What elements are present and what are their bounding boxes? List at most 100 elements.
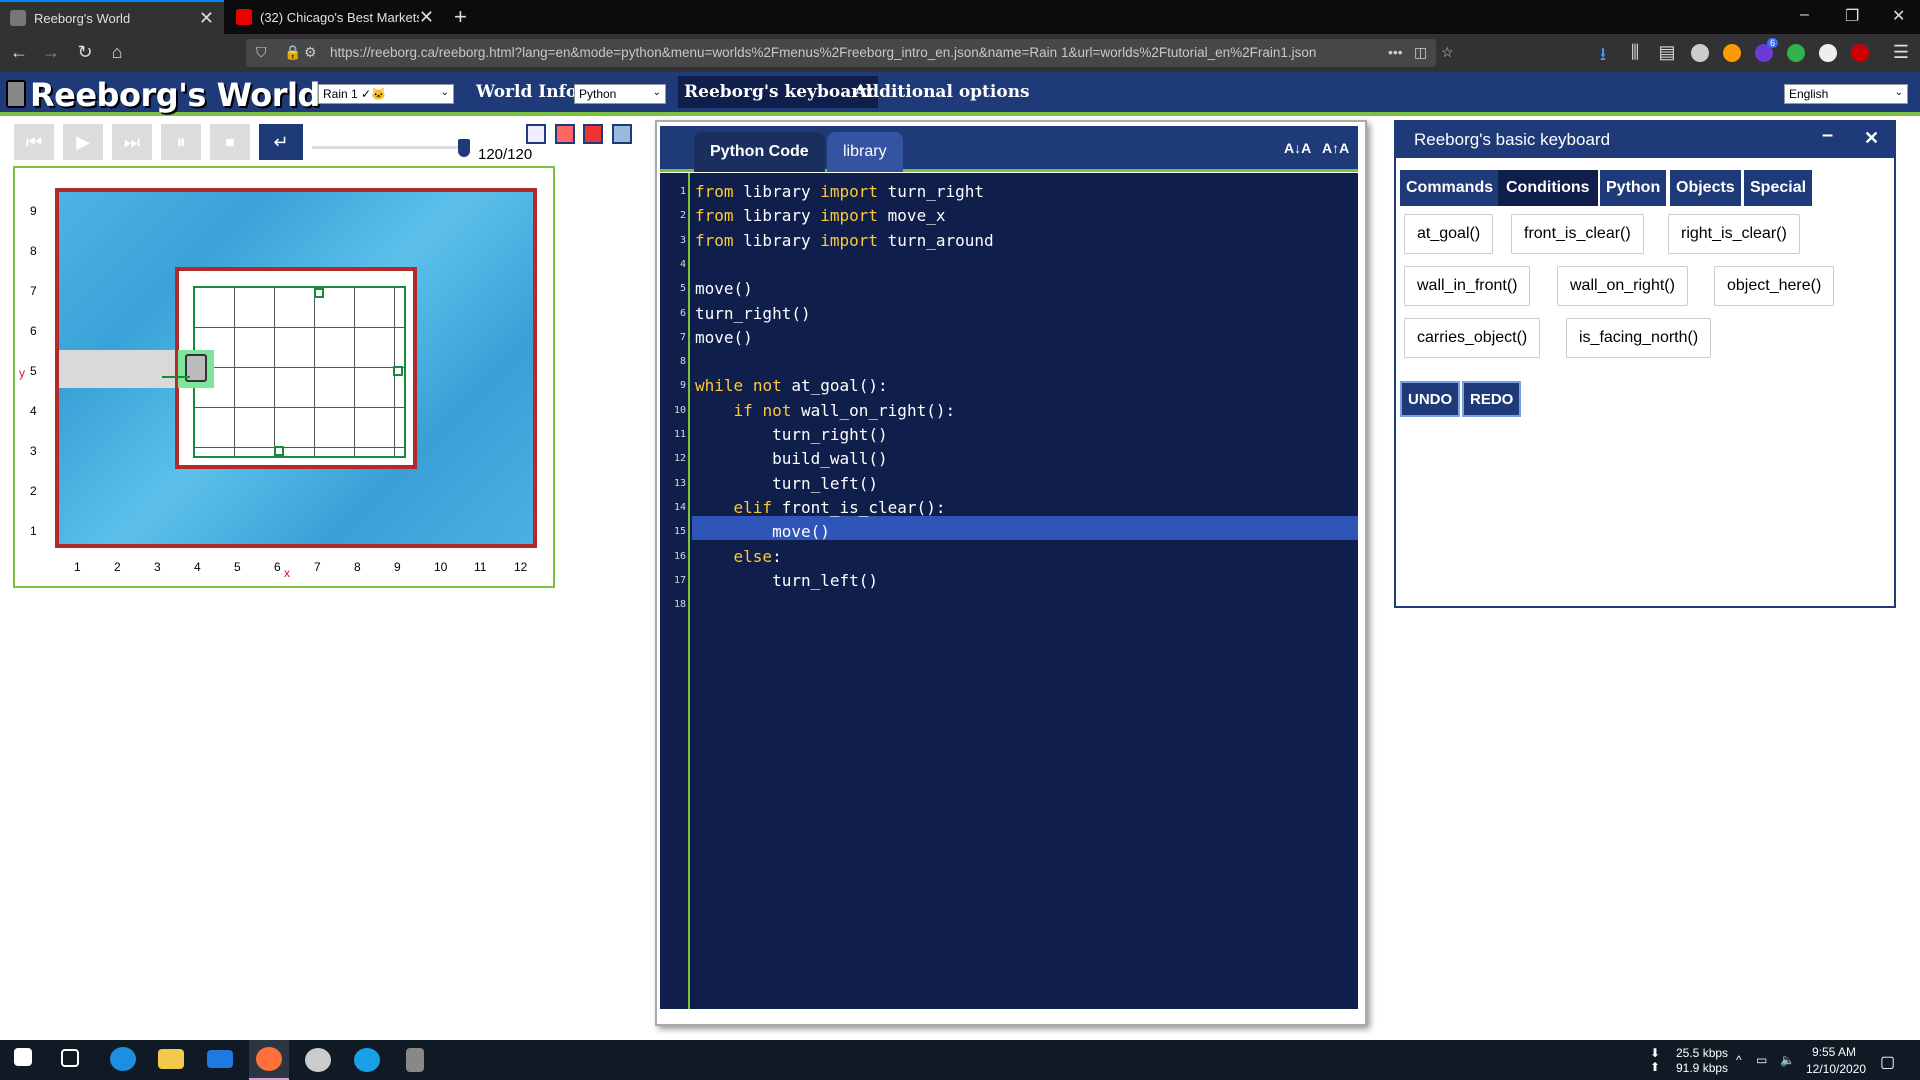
- language-select[interactable]: English ⌄: [1784, 84, 1908, 104]
- url-bar[interactable]: ⛉ 🔒 ⚙ https://reeborg.ca/reeborg.html?la…: [246, 39, 1454, 67]
- code-line[interactable]: turn_right(): [695, 425, 888, 444]
- clock-date[interactable]: 12/10/2020: [1806, 1062, 1866, 1076]
- close-icon[interactable]: ✕: [1864, 128, 1879, 149]
- code-line[interactable]: build_wall(): [695, 449, 888, 468]
- home-icon[interactable]: ⌂: [106, 42, 128, 63]
- increase-font-button[interactable]: A↑A: [1322, 140, 1349, 156]
- more-icon[interactable]: •••: [1388, 44, 1403, 60]
- return-button[interactable]: ↵: [259, 124, 303, 160]
- volume-icon[interactable]: 🔈: [1780, 1053, 1795, 1067]
- step-slider-handle[interactable]: [458, 139, 470, 157]
- account-icon[interactable]: [1691, 44, 1709, 62]
- wall-in-front-button[interactable]: wall_in_front(): [1404, 266, 1531, 306]
- world-select[interactable]: Rain 1 ✓🐱 ⌄: [318, 84, 454, 104]
- code-line[interactable]: turn_left(): [695, 474, 878, 493]
- front-is-clear-button[interactable]: front_is_clear(): [1511, 214, 1644, 254]
- sync-icon[interactable]: [354, 1048, 380, 1072]
- file-explorer-icon[interactable]: [158, 1049, 184, 1069]
- extension-icon[interactable]: [1819, 44, 1837, 62]
- library-icon[interactable]: ⫼: [1624, 42, 1646, 63]
- reload-icon[interactable]: ↻: [74, 42, 96, 63]
- tab-conditions[interactable]: Conditions: [1498, 170, 1598, 206]
- at-goal-button[interactable]: at_goal(): [1404, 214, 1494, 254]
- tab-commands[interactable]: Commands: [1400, 170, 1500, 206]
- shield-icon[interactable]: ⛉: [256, 44, 267, 61]
- right-is-clear-button[interactable]: right_is_clear(): [1668, 214, 1800, 254]
- calculator-icon[interactable]: [406, 1048, 424, 1072]
- lock-icon[interactable]: 🔒: [284, 44, 301, 61]
- code-area[interactable]: [660, 173, 1358, 1009]
- minimize-icon[interactable]: –: [1822, 124, 1833, 147]
- is-facing-north-button[interactable]: is_facing_north(): [1566, 318, 1712, 358]
- tab-reeborgs-world[interactable]: Reeborg's World ✕: [0, 0, 224, 34]
- tab-objects[interactable]: Objects: [1670, 170, 1741, 206]
- trophy-icon[interactable]: [526, 124, 546, 144]
- code-line[interactable]: move(): [695, 279, 753, 298]
- close-window-button[interactable]: ✕: [1892, 6, 1905, 26]
- stop-button[interactable]: ⏹: [210, 124, 250, 160]
- close-tab-icon[interactable]: ✕: [419, 7, 434, 28]
- extension-icon[interactable]: [1851, 44, 1869, 62]
- redo-button[interactable]: REDO: [1462, 381, 1522, 417]
- extension-icon[interactable]: [1723, 44, 1741, 62]
- edge-icon[interactable]: [110, 1047, 136, 1071]
- code-line[interactable]: turn_right(): [695, 304, 811, 323]
- forward-icon[interactable]: →: [40, 42, 62, 63]
- x-tick-label: 3: [154, 560, 161, 574]
- code-line[interactable]: from library import turn_around: [695, 231, 994, 250]
- firefox-icon[interactable]: [256, 1047, 282, 1071]
- mail-icon[interactable]: [207, 1050, 233, 1068]
- code-line[interactable]: if not wall_on_right():: [695, 401, 956, 420]
- tab-youtube[interactable]: (32) Chicago's Best Markets: R ✕: [226, 0, 444, 34]
- mode-select[interactable]: Python ⌄: [574, 84, 666, 104]
- pause-button[interactable]: ⏸: [161, 124, 201, 160]
- world-info-button[interactable]: World Info: [476, 82, 577, 102]
- wall-on-right-button[interactable]: wall_on_right(): [1557, 266, 1688, 306]
- code-line[interactable]: from library import turn_right: [695, 182, 984, 201]
- close-tab-icon[interactable]: ✕: [199, 8, 214, 29]
- tab-python-code[interactable]: Python Code: [694, 132, 825, 172]
- reload-button[interactable]: ⏮: [14, 124, 54, 160]
- code-line[interactable]: elif front_is_clear():: [695, 498, 946, 517]
- step-button[interactable]: ⏭: [112, 124, 152, 160]
- reeborgs-keyboard-button[interactable]: Reeborg's keyboard: [678, 76, 879, 108]
- chat-icon[interactable]: [305, 1048, 331, 1072]
- restore-window-button[interactable]: ❐: [1845, 6, 1859, 26]
- minimize-window-button[interactable]: –: [1800, 6, 1809, 24]
- tab-library[interactable]: library: [827, 132, 903, 172]
- new-tab-button[interactable]: +: [454, 4, 467, 30]
- code-line[interactable]: move(): [695, 522, 830, 541]
- network-icon[interactable]: ▭: [1756, 1053, 1767, 1067]
- code-line[interactable]: move(): [695, 328, 753, 347]
- permissions-icon[interactable]: ⚙: [304, 44, 317, 61]
- run-button[interactable]: ▶: [63, 124, 103, 160]
- star-icon[interactable]: ☆: [1441, 44, 1454, 61]
- download-icon[interactable]: ⭳: [1592, 42, 1614, 72]
- task-view-icon[interactable]: [61, 1049, 79, 1067]
- edit-world-icon[interactable]: [583, 124, 603, 144]
- clear-world-icon[interactable]: [555, 124, 575, 144]
- notifications-icon[interactable]: ▢: [1880, 1052, 1895, 1072]
- code-line[interactable]: turn_left(): [695, 571, 878, 590]
- step-slider[interactable]: [312, 146, 466, 149]
- tab-special[interactable]: Special: [1744, 170, 1813, 206]
- undo-button[interactable]: UNDO: [1400, 381, 1461, 417]
- code-line[interactable]: else:: [695, 547, 782, 566]
- back-icon[interactable]: ←: [8, 42, 30, 63]
- sidebar-icon[interactable]: ▤: [1656, 42, 1678, 63]
- code-line[interactable]: while not at_goal():: [695, 376, 888, 395]
- decrease-font-button[interactable]: A↓A: [1284, 140, 1311, 156]
- windows-start-icon[interactable]: [14, 1048, 32, 1066]
- extension-icon[interactable]: [1787, 44, 1805, 62]
- additional-options-button[interactable]: Additional options: [854, 82, 1030, 102]
- code-keyword: import: [820, 230, 879, 250]
- clock-time[interactable]: 9:55 AM: [1812, 1045, 1856, 1059]
- menu-icon[interactable]: ☰: [1890, 42, 1912, 63]
- pocket-icon[interactable]: ◫: [1414, 44, 1427, 61]
- tab-python[interactable]: Python: [1600, 170, 1667, 206]
- code-line[interactable]: from library import move_x: [695, 206, 945, 225]
- world-info-icon[interactable]: [612, 124, 632, 144]
- object-here-button[interactable]: object_here(): [1714, 266, 1835, 306]
- chevron-up-icon[interactable]: ^: [1736, 1053, 1742, 1067]
- carries-object-button[interactable]: carries_object(): [1404, 318, 1541, 358]
